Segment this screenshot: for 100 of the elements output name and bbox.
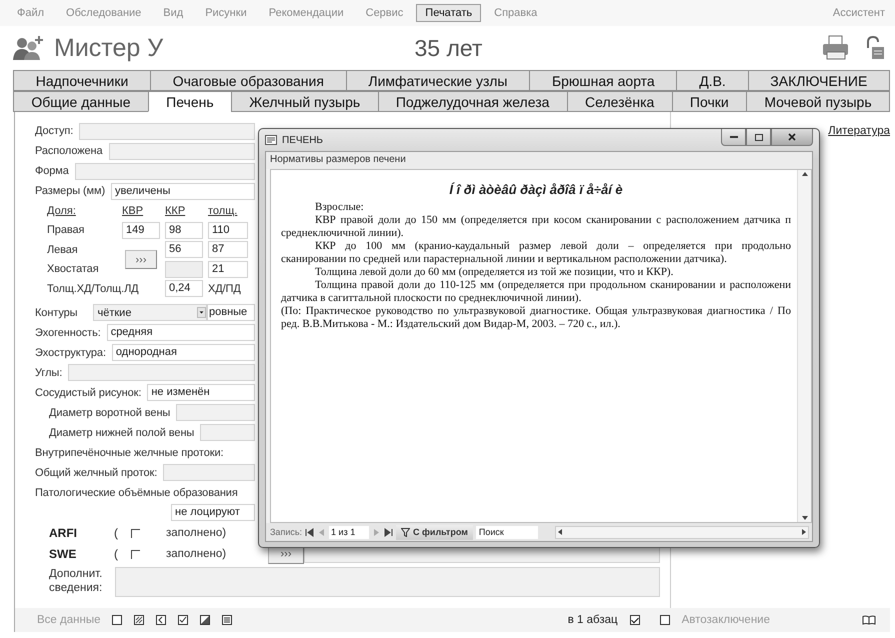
document-paragraph: Взрослые: (314, 201, 365, 214)
paragraph-toggle-label: в 1 абзац (568, 614, 618, 626)
last-record-icon[interactable] (384, 528, 394, 536)
tab[interactable]: Селезёнка (566, 91, 673, 112)
first-record-icon[interactable] (305, 528, 314, 536)
section-label: Нормативы размеров печени (266, 152, 812, 169)
window-title: ПЕЧЕНЬ (282, 134, 323, 146)
tab[interactable]: Мочевой пузырь (746, 91, 890, 112)
more-button[interactable]: ››› (125, 250, 157, 269)
open-book-icon[interactable] (862, 615, 876, 625)
funnel-icon (401, 528, 410, 536)
column-header: КВР (122, 204, 144, 217)
document-title: Í î ðì àòèâû ðàçì åðîâ ï å÷åí è (448, 182, 624, 197)
field-label: Эхогенность: (35, 326, 101, 338)
column-header: Доля: (47, 204, 77, 217)
text-field[interactable] (200, 424, 255, 441)
literature-link[interactable]: Литература (828, 125, 890, 137)
tab[interactable]: Д.В. (676, 70, 749, 91)
dropdown[interactable]: чёткие (93, 304, 207, 321)
note-label: заполнено) (166, 527, 228, 539)
tab[interactable]: Общие данные (13, 91, 149, 112)
number-field[interactable]: 98 (165, 222, 203, 239)
maximize-icon (754, 134, 762, 140)
number-field[interactable]: 21 (208, 260, 248, 278)
field-label: Контуры (35, 306, 78, 318)
note-label: заполнено) (166, 548, 228, 560)
text-field[interactable]: ровные (207, 304, 255, 321)
printer-icon[interactable] (821, 35, 851, 61)
column-header: толщ. (208, 204, 238, 217)
search-field[interactable]: Поиск (476, 526, 538, 538)
tab[interactable]: Почки (672, 91, 748, 112)
unlocked-padlock-icon[interactable] (865, 36, 885, 60)
patients-icon[interactable] (12, 35, 46, 61)
tab[interactable]: ЗАКЛЮЧЕНИЕ (748, 70, 890, 91)
row-label: Левая (47, 244, 79, 256)
tab[interactable]: Очаговые образования (150, 70, 347, 91)
tab[interactable]: Брюшная аорта (529, 70, 678, 91)
tab[interactable]: Лимфатические узлы (346, 70, 530, 91)
checked-square-icon[interactable] (178, 615, 188, 625)
patient-age: 35 лет (414, 34, 482, 62)
field-label: Диаметр воротной вены (49, 406, 170, 418)
parenthesis: ( (113, 547, 119, 561)
scroll-right-icon[interactable] (800, 528, 808, 536)
close-button[interactable] (771, 129, 813, 146)
minimize-icon (730, 136, 738, 138)
tab[interactable]: Надпочечники (13, 70, 151, 91)
tab[interactable]: Поджелудочная железа (378, 91, 568, 112)
document-paragraph: Толщина правой доли до 110-125 мм (определяется при продольном сканировании и расположени датчика в сагиттальной плоскости по среднеключичной линии). (281, 279, 791, 305)
minimize-button[interactable] (721, 129, 746, 146)
horizontal-scrollbar[interactable] (554, 526, 809, 538)
tab[interactable]: Печень (148, 91, 232, 112)
checkbox[interactable] (630, 615, 640, 625)
field-label: Доступ: (35, 125, 74, 137)
field-label: Размеры (мм) (35, 185, 106, 197)
scroll-left-icon[interactable] (556, 528, 564, 536)
record-position-field[interactable]: 1 из 1 (329, 526, 370, 538)
close-icon (788, 133, 796, 141)
checkbox[interactable] (131, 528, 140, 538)
document-paragraph: Толщина левой доли до 60 мм (определяется из той же позиции, что и ККР). (314, 266, 674, 279)
checkbox[interactable] (660, 615, 670, 625)
text-field[interactable] (108, 142, 255, 160)
maximize-button[interactable] (746, 129, 771, 146)
column-header: ККР (165, 204, 186, 217)
document-paragraph: КВР правой доли до 150 мм (определяется при косом сканировании с расположением датчика п среднеключичной линии). (281, 214, 791, 240)
number-field[interactable]: 87 (208, 241, 248, 258)
text-field[interactable] (79, 122, 255, 140)
document-paragraph: (По: Практическое руководство по ультразвуковой диагностике. Общая ультразвуковая диагностика / По ред. В.В.Митькова - М.: Издательский дом Видар-М, 2003. – 720 с., ил.). (281, 305, 791, 331)
row-label: Толщ.ХД/Толщ.ЛД (47, 282, 140, 295)
parenthesis: ( (113, 526, 119, 540)
hatched-square-icon[interactable] (134, 615, 144, 625)
row-label: Хвостатая (47, 263, 100, 276)
field-label: Сосудистый рисунок: (35, 386, 142, 398)
record-label: Запись: (270, 527, 302, 537)
text-field[interactable]: увеличены (111, 182, 255, 200)
text-field[interactable]: однородная (112, 344, 255, 361)
field-label: Патологические объёмные образования (35, 486, 238, 498)
square-icon[interactable] (112, 615, 122, 625)
text-field[interactable] (176, 404, 255, 421)
tab[interactable]: Желчный пузырь (230, 91, 379, 112)
ratio-field[interactable]: 0,24 (165, 280, 203, 298)
text-field[interactable]: средняя (106, 324, 255, 341)
text-field[interactable] (163, 464, 255, 481)
half-filled-square-icon[interactable] (200, 615, 210, 625)
filter-button[interactable]: С фильтром (396, 524, 473, 540)
field-label: Углы: (35, 366, 62, 378)
vertical-scrollbar[interactable] (797, 170, 811, 522)
field-label: Общий желчный проток: (35, 466, 158, 478)
number-field[interactable]: 56 (165, 241, 203, 258)
checkbox[interactable] (131, 550, 140, 558)
text-field[interactable] (74, 162, 255, 180)
number-field[interactable]: 110 (208, 222, 248, 239)
text-field[interactable]: не лоцируют (171, 504, 255, 521)
number-field[interactable]: 149 (122, 222, 160, 239)
arrow-square-icon[interactable] (156, 615, 166, 625)
list-square-icon[interactable] (222, 615, 232, 625)
menu-item[interactable]: Печатать (416, 4, 482, 22)
field-label: Диаметр нижней полой вены (49, 426, 194, 438)
text-field[interactable]: не изменён (147, 384, 255, 401)
text-field[interactable] (68, 364, 255, 381)
row-label: Правая (47, 224, 86, 236)
